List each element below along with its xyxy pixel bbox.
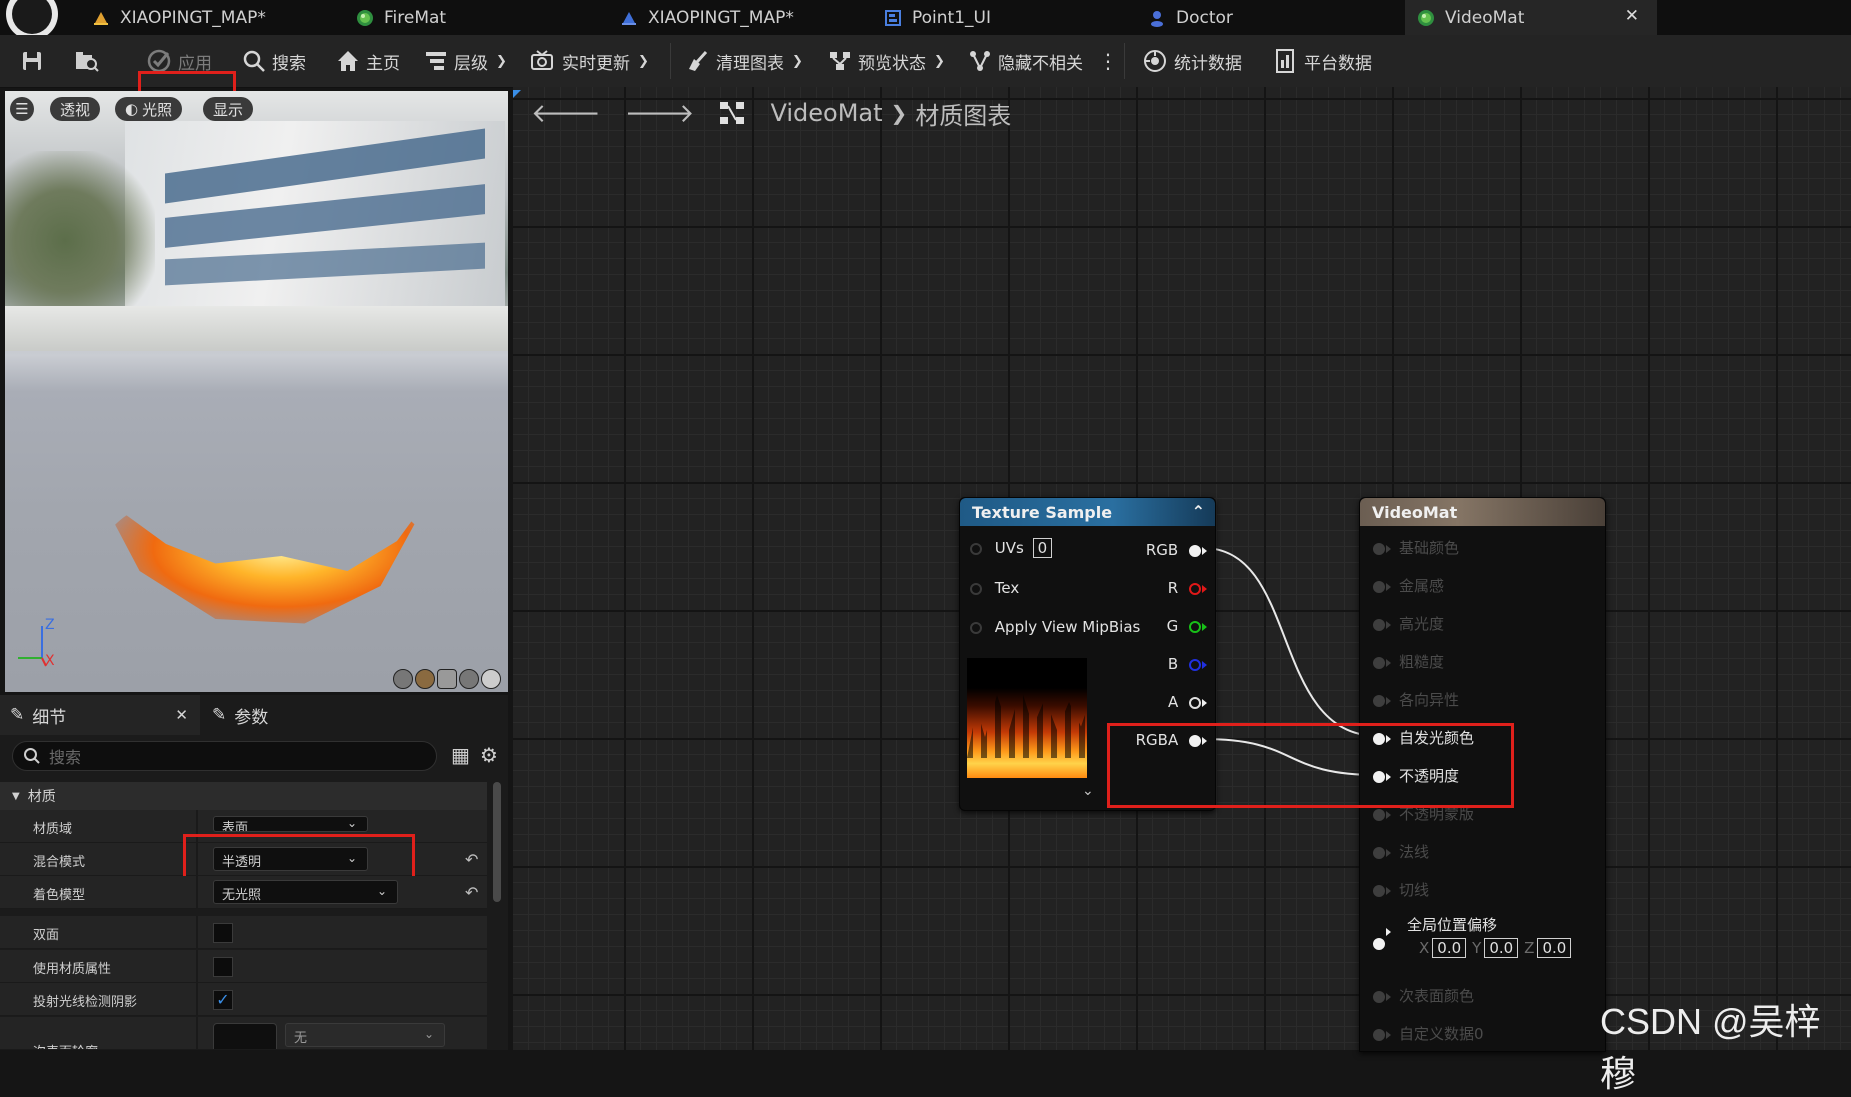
node-title: Texture Sample bbox=[972, 502, 1113, 522]
pin-label: 切线 bbox=[1399, 881, 1430, 899]
pin-icon bbox=[1373, 884, 1385, 897]
flame-shapes bbox=[967, 688, 1087, 758]
pin-icon bbox=[970, 582, 982, 595]
output-pin-g[interactable]: G bbox=[1167, 617, 1207, 635]
csdn-watermark: CSDN @吴梓穆 bbox=[1600, 1001, 1821, 1094]
pin-label: 次表面颜色 bbox=[1399, 987, 1475, 1005]
result-input-pin[interactable]: 各向异性 bbox=[1373, 689, 1459, 710]
wpo-y-input[interactable]: 0.0 bbox=[1484, 938, 1519, 958]
pin-arrow-icon bbox=[1386, 886, 1391, 895]
pin-label: 粗糙度 bbox=[1399, 653, 1445, 671]
pin-icon bbox=[1373, 770, 1385, 783]
output-pin-rgb[interactable]: RGB bbox=[1146, 541, 1207, 559]
pin-label: RGB bbox=[1145, 541, 1179, 559]
pin-label: 自发光颜色 bbox=[1399, 729, 1475, 747]
texture-preview-thumbnail bbox=[967, 658, 1087, 778]
pin-label: 法线 bbox=[1399, 843, 1430, 861]
node-title: VideoMat bbox=[1372, 502, 1458, 522]
pin-arrow-icon bbox=[1386, 1030, 1391, 1039]
pin-arrow-icon bbox=[1386, 772, 1391, 781]
pin-label: A bbox=[1167, 693, 1179, 711]
pin-icon bbox=[1189, 696, 1201, 709]
pin-label: 不透明度 bbox=[1399, 767, 1460, 785]
pin-arrow-icon bbox=[1386, 848, 1391, 857]
pin-icon bbox=[1373, 580, 1385, 593]
pin-label: Tex bbox=[994, 579, 1020, 597]
axis-label: Z bbox=[1524, 939, 1535, 957]
pin-icon bbox=[1189, 734, 1201, 747]
pin-label: 不透明蒙版 bbox=[1399, 805, 1475, 823]
input-pin-uvs[interactable]: UVs 0 bbox=[970, 538, 1053, 558]
uv-index-input[interactable]: 0 bbox=[1032, 538, 1053, 558]
output-pin-a[interactable]: A bbox=[1168, 693, 1207, 711]
axis-label: X bbox=[1419, 939, 1430, 957]
pin-arrow-icon bbox=[1386, 928, 1391, 936]
pin-label: 基础颜色 bbox=[1399, 539, 1460, 557]
result-input-pin[interactable]: 高光度 bbox=[1373, 613, 1444, 634]
result-input-pin[interactable]: 切线 bbox=[1373, 879, 1429, 900]
world-position-offset-fields: X 0.0 Y 0.0 Z 0.0 bbox=[1413, 938, 1572, 958]
output-pin-b[interactable]: B bbox=[1168, 655, 1207, 673]
texture-sample-node[interactable]: Texture Sample ⌃ UVs 0 Tex Apply View Mi… bbox=[959, 497, 1216, 811]
result-input-pin[interactable]: 自发光颜色 bbox=[1373, 727, 1474, 748]
wpo-x-input[interactable]: 0.0 bbox=[1432, 938, 1467, 958]
pin-arrow-icon bbox=[1386, 810, 1391, 819]
pin-icon bbox=[1189, 620, 1201, 633]
pin-icon bbox=[1189, 582, 1201, 595]
pin-icon bbox=[970, 621, 982, 634]
pin-icon bbox=[1189, 544, 1201, 557]
node-header[interactable]: Texture Sample ⌃ bbox=[960, 498, 1215, 526]
pin-icon bbox=[970, 542, 982, 555]
pin-icon bbox=[1373, 732, 1385, 745]
expand-chevron-icon[interactable]: ⌄ bbox=[1082, 783, 1094, 799]
pin-label: 各向异性 bbox=[1399, 691, 1460, 709]
pin-label: R bbox=[1167, 579, 1179, 597]
pin-arrow-icon bbox=[1386, 696, 1391, 705]
pin-arrow-icon bbox=[1386, 734, 1391, 743]
result-input-pin[interactable]: 不透明蒙版 bbox=[1373, 803, 1474, 824]
pin-arrow-icon bbox=[1386, 992, 1391, 1001]
pin-label: 高光度 bbox=[1399, 615, 1445, 633]
pin-label: 自定义数据0 bbox=[1399, 1025, 1484, 1043]
result-input-pin[interactable]: 粗糙度 bbox=[1373, 651, 1444, 672]
pin-label: B bbox=[1167, 655, 1179, 673]
pin-icon bbox=[1373, 694, 1385, 707]
wpo-z-input[interactable]: 0.0 bbox=[1537, 938, 1572, 958]
pin-icon bbox=[1373, 656, 1385, 669]
pin-icon bbox=[1373, 846, 1385, 859]
pin-arrow-icon bbox=[1386, 620, 1391, 629]
pin-label: Apply View MipBias bbox=[994, 618, 1141, 636]
input-pin-tex[interactable]: Tex bbox=[970, 579, 1019, 597]
pin-label: G bbox=[1166, 617, 1179, 635]
pin-icon bbox=[1373, 618, 1385, 631]
result-input-pin[interactable]: 不透明度 bbox=[1373, 765, 1459, 786]
result-input-pin[interactable]: 全局位置偏移 X 0.0 Y 0.0 Z 0.0 bbox=[1373, 914, 1572, 958]
result-input-pin[interactable]: 基础颜色 bbox=[1373, 537, 1459, 558]
collapse-chevron-icon[interactable]: ⌃ bbox=[1192, 502, 1205, 521]
pin-arrow-icon bbox=[1386, 658, 1391, 667]
pin-arrow-icon bbox=[1386, 544, 1391, 553]
pin-label: 金属感 bbox=[1399, 577, 1445, 595]
pin-label: UVs bbox=[994, 539, 1024, 557]
result-input-pin[interactable]: 法线 bbox=[1373, 841, 1429, 862]
output-pin-r[interactable]: R bbox=[1168, 579, 1207, 597]
result-input-pin[interactable]: 金属感 bbox=[1373, 575, 1444, 596]
pin-icon bbox=[1373, 938, 1385, 950]
pin-label: RGBA bbox=[1135, 731, 1179, 749]
pin-icon bbox=[1189, 658, 1201, 671]
pin-arrow-icon bbox=[1386, 582, 1391, 591]
axis-label: Y bbox=[1472, 939, 1482, 957]
pin-icon bbox=[1373, 990, 1385, 1003]
input-pin-apply-view-mipbias[interactable]: Apply View MipBias bbox=[970, 618, 1140, 636]
pin-icon bbox=[1373, 542, 1385, 555]
pin-label: 全局位置偏移 bbox=[1407, 916, 1498, 934]
pin-icon bbox=[1373, 808, 1385, 821]
result-input-pin[interactable]: 次表面颜色 bbox=[1373, 985, 1474, 1006]
result-input-pin[interactable]: 自定义数据0 bbox=[1373, 1023, 1484, 1044]
pin-icon bbox=[1373, 1028, 1385, 1041]
node-header[interactable]: VideoMat bbox=[1360, 498, 1605, 526]
output-pin-rgba[interactable]: RGBA bbox=[1136, 731, 1207, 749]
